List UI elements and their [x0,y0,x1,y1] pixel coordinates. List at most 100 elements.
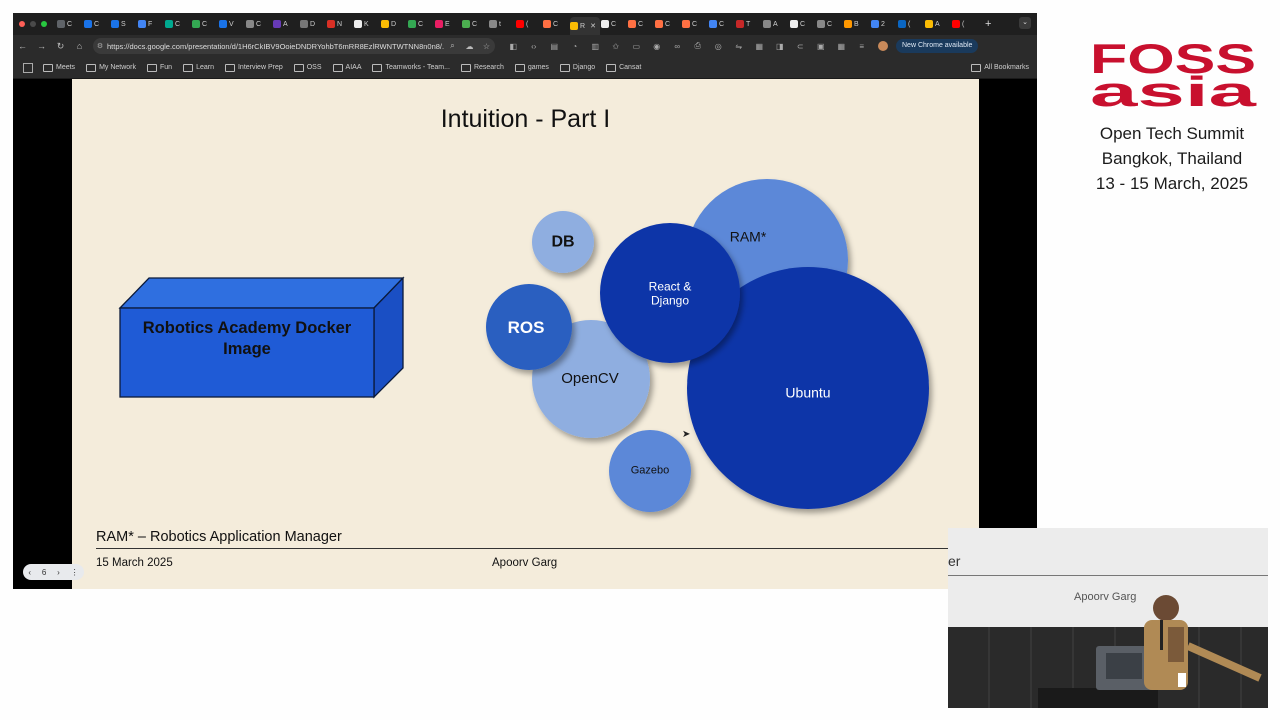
minimize-window-button[interactable] [30,21,36,27]
profile-avatar[interactable] [878,41,888,51]
tab-title: 2 [881,20,885,28]
bookmark-item[interactable]: My Network [86,63,136,72]
bookmark-item[interactable]: Cansat [606,63,641,72]
close-tab-icon[interactable]: ✕ [590,22,596,30]
sidebar-icon[interactable]: ◨ [770,42,791,51]
extension-puzzle-icon[interactable]: ◧ [503,42,524,51]
maximize-window-button[interactable] [41,21,47,27]
browser-tab[interactable]: C [655,17,681,31]
bookmark-item[interactable]: Fun [147,63,172,72]
bookmark-star-icon[interactable]: ✩ [606,42,627,51]
browser-tab[interactable]: B [844,17,870,31]
tab-title: C [827,20,833,28]
location-icon[interactable]: ◉ [647,42,668,51]
browser-tab[interactable]: C [57,17,83,31]
tab-search-button[interactable]: ⌄ [1019,17,1031,29]
print-icon[interactable]: ⎙ [688,41,709,51]
slide-date: 15 March 2025 [96,557,173,569]
browser-tab[interactable]: D [381,17,407,31]
browser-tab[interactable]: C [709,17,735,31]
grid-icon[interactable]: ▦ [749,42,770,51]
calendar-icon[interactable]: ▦ [831,42,852,51]
browser-tab[interactable]: C [601,17,627,31]
reader-icon[interactable]: ▥ [585,42,606,51]
browser-tab[interactable]: A [763,17,789,31]
browser-tab[interactable]: C [628,17,654,31]
browser-tab[interactable]: D [300,17,326,31]
history-icon[interactable]: ◔ [565,42,586,51]
browser-tab[interactable]: T [736,17,762,31]
browser-tab[interactable]: N [327,17,353,31]
bookmark-item[interactable]: games [514,63,549,72]
browser-tab[interactable]: A [273,17,299,31]
browser-tab[interactable]: F [138,17,164,31]
browser-tab[interactable]: A [925,17,951,31]
url-text[interactable]: https://docs.google.com/presentation/d/1… [107,42,444,51]
folder-icon [147,63,158,72]
slide-menu-button[interactable]: ⋮ [71,568,79,577]
site-info-icon[interactable]: ⚙ [93,42,107,50]
bookmark-list: Meets My Network Fun Learn Interview Prep OSS… [43,63,652,72]
browser-tab[interactable]: R ✕ [570,17,600,35]
browser-tab[interactable]: t [489,17,515,31]
bookmark-item[interactable]: AIAA [332,63,361,72]
playlist-icon[interactable]: ≡ [852,42,873,51]
slide-navigator: ‹ 6 › ⋮ [23,564,84,580]
zoom-icon[interactable]: ⌕ [444,41,461,51]
bookmark-item[interactable]: OSS [293,63,322,72]
cloud-icon[interactable]: ☁ [461,42,478,51]
prev-slide-button[interactable]: ‹ [28,568,31,577]
screenshot-icon[interactable]: ◎ [708,42,729,51]
tab-title: F [148,20,153,28]
star-icon[interactable]: ☆ [478,42,495,51]
back-arrow-icon[interactable]: ← [13,41,32,51]
bookmark-item[interactable]: Learn [183,63,214,72]
browser-tab[interactable]: K [354,17,380,31]
code-icon[interactable]: ‹› [524,42,545,51]
bookmark-item[interactable]: Teamworks - Team... [372,63,450,72]
card-icon[interactable]: ▭ [626,42,647,51]
browser-toolbar: ← → ↻ ⌂ ⚙ https://docs.google.com/presen… [13,35,1037,57]
browser-tab[interactable]: C [682,17,708,31]
forward-arrow-icon[interactable]: → [32,41,51,51]
translate-icon[interactable]: ⇋ [729,42,750,51]
browser-tab[interactable]: C [408,17,434,31]
tab-favicon-icon [570,22,578,30]
all-bookmarks-folder[interactable]: All Bookmarks [971,63,1029,72]
browser-tab[interactable]: S [111,17,137,31]
browser-tab[interactable]: ( [952,17,978,31]
update-chrome-button[interactable]: New Chrome available [896,39,979,53]
browser-tab[interactable]: ( [898,17,924,31]
new-tab-button[interactable]: + [985,18,991,30]
folder-icon [293,63,304,72]
browser-tab[interactable]: C [790,17,816,31]
browser-tab[interactable]: C [192,17,218,31]
bookmark-item[interactable]: Meets [43,63,75,72]
tab-favicon-icon [952,20,960,28]
browser-tab[interactable]: ( [516,17,542,31]
browser-tab[interactable]: C [543,17,569,31]
glasses-icon[interactable]: ∞ [667,42,688,51]
link-icon[interactable]: ⊂ [790,42,811,51]
browser-tab[interactable]: C [462,17,488,31]
trash-icon[interactable]: ▤ [544,42,565,51]
address-bar[interactable]: ⚙ https://docs.google.com/presentation/d… [93,38,495,54]
browser-tab[interactable]: C [84,17,110,31]
bookmark-item[interactable]: Interview Prep [224,63,283,72]
bookmark-item[interactable]: Research [460,63,504,72]
save-icon[interactable]: ▣ [811,42,832,51]
apps-icon[interactable] [23,62,33,73]
bookmark-item[interactable]: Django [559,63,595,72]
browser-tab[interactable]: C [817,17,843,31]
browser-tab[interactable]: C [246,17,272,31]
browser-tab[interactable]: E [435,17,461,31]
reload-icon[interactable]: ↻ [51,41,70,52]
gazebo-label: Gazebo [630,464,670,477]
tab-title: V [229,20,234,28]
home-icon[interactable]: ⌂ [70,41,89,51]
close-window-button[interactable] [19,21,25,27]
browser-tab[interactable]: 2 [871,17,897,31]
browser-tab[interactable]: V [219,17,245,31]
browser-tab[interactable]: C [165,17,191,31]
next-slide-button[interactable]: › [57,568,60,577]
